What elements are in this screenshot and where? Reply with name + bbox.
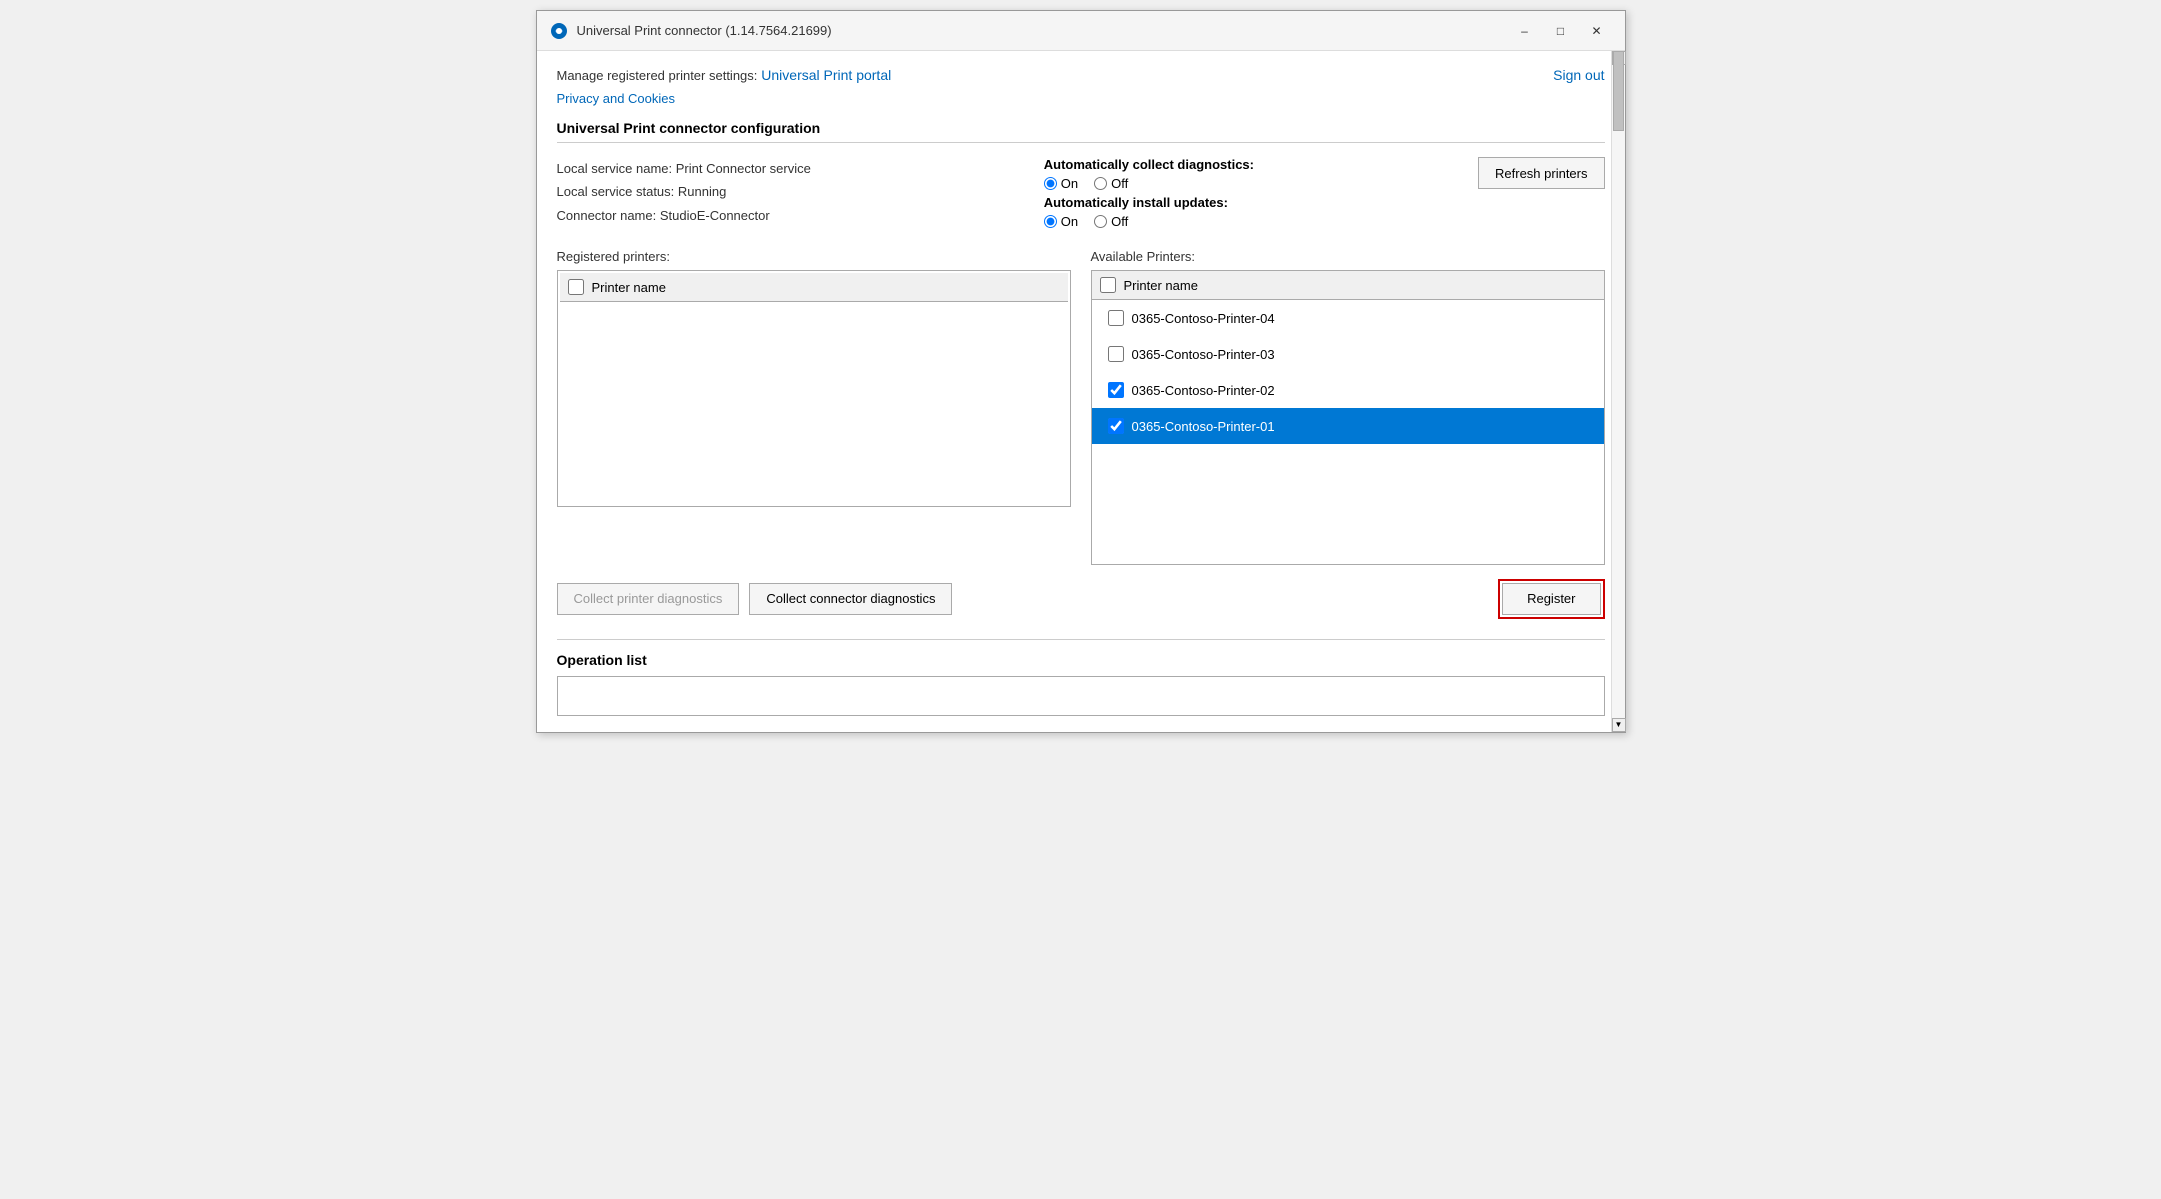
section-title: Universal Print connector configuration (557, 120, 1605, 143)
diagnostics-on-radio[interactable] (1044, 177, 1057, 190)
registered-select-all-checkbox[interactable] (568, 279, 584, 295)
titlebar: Universal Print connector (1.14.7564.216… (537, 11, 1625, 51)
updates-section: Automatically install updates: On Off (1044, 195, 1478, 229)
scrollbar-thumb[interactable] (1613, 51, 1624, 131)
diagnostics-radio-group: On Off (1044, 176, 1478, 191)
updates-off-radio[interactable] (1094, 215, 1107, 228)
printers-area: Registered printers: Printer name (557, 249, 1605, 565)
diagnostics-section: Automatically collect diagnostics: On Of… (1044, 157, 1478, 229)
diagnostics-label: Automatically collect diagnostics: (1044, 157, 1478, 172)
operation-section: Operation list (557, 639, 1605, 716)
collect-printer-diagnostics-button[interactable]: Collect printer diagnostics (557, 583, 740, 615)
registered-printers-label: Registered printers: (557, 249, 1071, 264)
registered-printers-table: Printer name (557, 270, 1071, 507)
available-printers-column: Available Printers: Printer name (1091, 249, 1605, 565)
available-printers-body: 0365-Contoso-Printer-04 0365-Contoso-Pri… (1091, 300, 1604, 564)
available-printers-table: Printer name 0365-Contoso-Printer-04 (1091, 270, 1605, 565)
register-button-wrapper: Register (1498, 579, 1604, 619)
main-window: Universal Print connector (1.14.7564.216… (536, 10, 1626, 733)
top-bar: Manage registered printer settings: Univ… (557, 67, 1605, 83)
available-select-all-checkbox[interactable] (1100, 277, 1116, 293)
registered-printers-body (560, 304, 1068, 504)
printer-row-selected[interactable]: 0365-Contoso-Printer-01 (1092, 408, 1604, 444)
updates-on-radio[interactable] (1044, 215, 1057, 228)
register-button[interactable]: Register (1502, 583, 1600, 615)
diagnostics-off-radio[interactable] (1094, 177, 1107, 190)
service-status: Local service status: Running (557, 180, 1024, 203)
updates-off-label[interactable]: Off (1094, 214, 1128, 229)
content-area: Manage registered printer settings: Univ… (537, 51, 1625, 732)
available-printers-spacer (1091, 444, 1604, 564)
manage-line: Manage registered printer settings: Univ… (557, 67, 892, 83)
updates-radio-group: On Off (1044, 214, 1478, 229)
printer-row[interactable]: 0365-Contoso-Printer-04 (1092, 300, 1604, 336)
printer-row[interactable]: 0365-Contoso-Printer-03 (1092, 336, 1604, 372)
operation-list-title: Operation list (557, 652, 1605, 668)
sign-out-link[interactable]: Sign out (1553, 67, 1604, 83)
scrollbar-arrow-down[interactable]: ▼ (1612, 718, 1626, 732)
connector-name: Connector name: StudioE-Connector (557, 204, 1024, 227)
updates-label: Automatically install updates: (1044, 195, 1478, 210)
scrollbar-track: ▲ ▼ (1611, 51, 1625, 732)
printer-02-checkbox[interactable] (1108, 382, 1124, 398)
available-printers-header: Printer name (1092, 271, 1604, 300)
config-right: Automatically collect diagnostics: On Of… (1044, 157, 1605, 229)
config-right-top: Automatically collect diagnostics: On Of… (1044, 157, 1605, 229)
printer-row[interactable]: 0365-Contoso-Printer-02 (1092, 372, 1604, 408)
app-icon (549, 21, 569, 41)
service-name: Local service name: Print Connector serv… (557, 157, 1024, 180)
collect-connector-diagnostics-button[interactable]: Collect connector diagnostics (749, 583, 952, 615)
portal-link[interactable]: Universal Print portal (761, 67, 891, 83)
diagnostics-off-label[interactable]: Off (1094, 176, 1128, 191)
registered-printers-empty (560, 304, 1068, 504)
available-printers-label: Available Printers: (1091, 249, 1605, 264)
close-button[interactable]: ✕ (1581, 18, 1613, 44)
config-area: Local service name: Print Connector serv… (557, 157, 1605, 229)
privacy-cookies-link[interactable]: Privacy and Cookies (557, 91, 1605, 106)
buttons-area: Collect printer diagnostics Collect conn… (557, 579, 1605, 619)
printer-03-checkbox[interactable] (1108, 346, 1124, 362)
left-buttons: Collect printer diagnostics Collect conn… (557, 583, 953, 615)
printer-01-checkbox[interactable] (1108, 418, 1124, 434)
titlebar-left: Universal Print connector (1.14.7564.216… (549, 21, 832, 41)
minimize-button[interactable]: – (1509, 18, 1541, 44)
registered-printers-header: Printer name (560, 273, 1068, 302)
printer-04-checkbox[interactable] (1108, 310, 1124, 326)
window-title: Universal Print connector (1.14.7564.216… (577, 23, 832, 38)
manage-text: Manage registered printer settings: (557, 68, 758, 83)
diagnostics-on-label[interactable]: On (1044, 176, 1078, 191)
config-left: Local service name: Print Connector serv… (557, 157, 1024, 229)
maximize-button[interactable]: □ (1545, 18, 1577, 44)
operation-list-box (557, 676, 1605, 716)
registered-printers-column: Registered printers: Printer name (557, 249, 1071, 565)
updates-on-label[interactable]: On (1044, 214, 1078, 229)
refresh-printers-button[interactable]: Refresh printers (1478, 157, 1604, 189)
titlebar-controls: – □ ✕ (1509, 18, 1613, 44)
